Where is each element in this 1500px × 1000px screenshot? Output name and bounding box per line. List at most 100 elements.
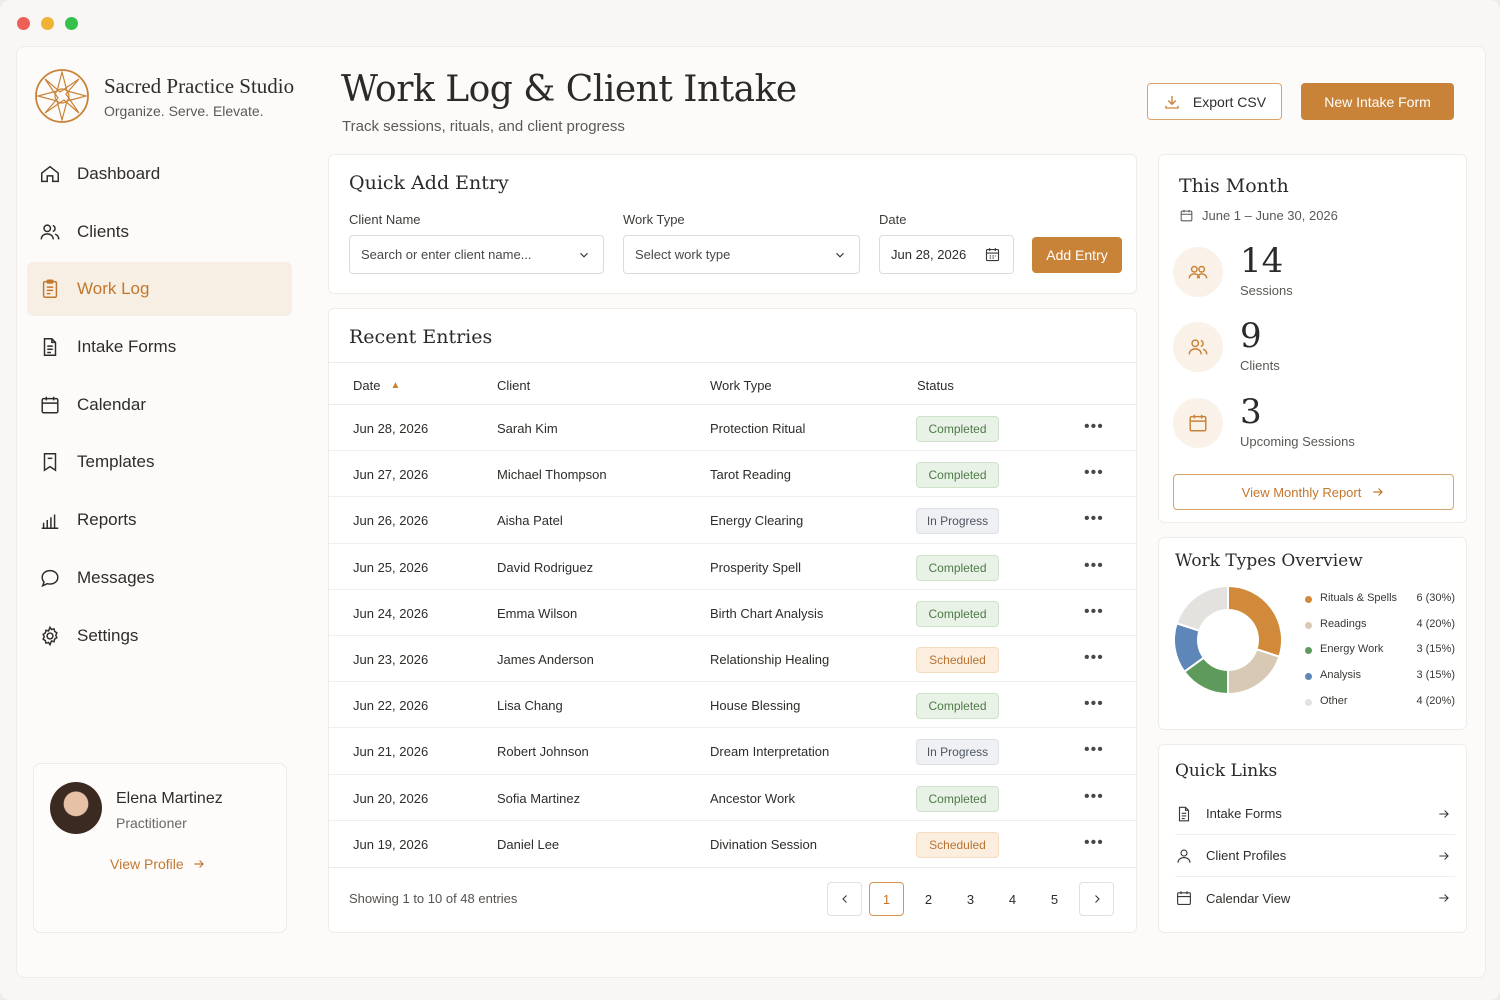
column-header-work-type[interactable]: Work Type bbox=[710, 378, 772, 393]
arrow-right-icon bbox=[194, 860, 204, 868]
export-csv-button[interactable]: Export CSV bbox=[1147, 83, 1282, 120]
sidebar-item-label: Calendar bbox=[77, 394, 146, 414]
more-options-icon[interactable]: ••• bbox=[1084, 557, 1104, 575]
legend-item: Rituals & Spells 6 (30%) bbox=[1305, 592, 1455, 618]
sidebar-nav: Dashboard Clients Work Log Intake Forms … bbox=[27, 147, 292, 666]
cell-date: Jun 25, 2026 bbox=[353, 559, 429, 575]
sidebar-item-clients[interactable]: Clients bbox=[27, 205, 292, 259]
view-monthly-report-button[interactable]: View Monthly Report bbox=[1173, 474, 1454, 510]
table-row[interactable]: Jun 21, 2026 Robert Johnson Dream Interpre… bbox=[329, 728, 1137, 775]
work-type-placeholder: Select work type bbox=[635, 247, 731, 262]
document-icon bbox=[1178, 806, 1190, 821]
new-intake-form-button[interactable]: New Intake Form bbox=[1301, 83, 1454, 120]
status-badge: Scheduled bbox=[916, 646, 999, 673]
table-row[interactable]: Jun 27, 2026 Michael Thompson Tarot Readin… bbox=[329, 451, 1137, 498]
sidebar-item-messages[interactable]: Messages bbox=[27, 551, 292, 605]
maximize-window-button[interactable] bbox=[65, 17, 78, 30]
stat-label: Clients bbox=[1240, 358, 1280, 373]
client-name-select[interactable]: Search or enter client name... bbox=[349, 235, 604, 274]
cell-client: James Anderson bbox=[497, 651, 594, 667]
sidebar-item-intake-forms[interactable]: Intake Forms bbox=[27, 320, 292, 374]
column-header-status[interactable]: Status bbox=[917, 378, 954, 393]
table-row[interactable]: Jun 28, 2026 Sarah Kim Protection Ritual Co… bbox=[329, 405, 1137, 452]
table-row[interactable]: Jun 23, 2026 James Anderson Relationship H… bbox=[329, 636, 1137, 683]
more-options-icon[interactable]: ••• bbox=[1084, 834, 1104, 852]
page-button-5[interactable]: 5 bbox=[1037, 882, 1072, 916]
sidebar-item-reports[interactable]: Reports bbox=[27, 493, 292, 547]
stat-icon-wrap bbox=[1173, 247, 1223, 297]
cell-date: Jun 20, 2026 bbox=[353, 790, 429, 806]
column-header-date[interactable]: Date ▲ bbox=[353, 378, 400, 393]
status-badge: Completed bbox=[916, 416, 999, 442]
sidebar-item-label: Intake Forms bbox=[77, 337, 177, 357]
sidebar-item-calendar[interactable]: Calendar bbox=[27, 378, 292, 432]
recent-entries-title: Recent Entries bbox=[349, 326, 493, 348]
stat-value: 14 bbox=[1240, 241, 1284, 281]
client-name-label: Client Name bbox=[349, 212, 421, 227]
cell-client: Michael Thompson bbox=[497, 467, 607, 483]
more-options-icon[interactable]: ••• bbox=[1084, 741, 1104, 759]
legend-value: 3 (15%) bbox=[1416, 669, 1455, 682]
legend-label: Analysis bbox=[1320, 669, 1361, 682]
more-options-icon[interactable]: ••• bbox=[1084, 649, 1104, 667]
sidebar-item-settings[interactable]: Settings bbox=[27, 609, 292, 663]
quick-link-client-profiles[interactable]: Client Profiles bbox=[1175, 835, 1455, 877]
status-badge: Completed bbox=[916, 600, 999, 627]
table-row[interactable]: Jun 20, 2026 Sofia Martinez Ancestor Work C… bbox=[329, 775, 1137, 821]
legend-label: Rituals & Spells bbox=[1320, 592, 1398, 604]
column-header-label: Date bbox=[353, 378, 381, 393]
view-monthly-report-label: View Monthly Report bbox=[1241, 484, 1362, 500]
status-badge: Completed bbox=[916, 462, 999, 489]
table-body: Jun 28, 2026 Sarah Kim Protection Ritual Co… bbox=[329, 405, 1137, 867]
legend-label: Other bbox=[1320, 694, 1348, 707]
gear-icon bbox=[42, 625, 58, 646]
legend-swatch bbox=[1305, 698, 1312, 706]
cell-work-type: House Blessing bbox=[710, 698, 801, 714]
close-window-button[interactable] bbox=[17, 17, 30, 30]
date-field[interactable]: Jun 28, 2026 bbox=[879, 235, 1014, 274]
more-options-icon[interactable]: ••• bbox=[1084, 603, 1104, 621]
prev-page-button[interactable] bbox=[827, 882, 862, 916]
table-row[interactable]: Jun 25, 2026 David Rodriguez Prosperity Sp… bbox=[329, 544, 1137, 590]
users-icon bbox=[40, 224, 60, 240]
status-badge: Completed bbox=[916, 554, 999, 581]
page-button-4[interactable]: 4 bbox=[995, 882, 1030, 916]
profile-name: Elena Martinez bbox=[116, 790, 223, 807]
table-row[interactable]: Jun 26, 2026 Aisha Patel Energy Clearing In… bbox=[329, 497, 1137, 544]
column-header-client[interactable]: Client bbox=[497, 378, 530, 393]
table-row[interactable]: Jun 19, 2026 Daniel Lee Divination Session… bbox=[329, 821, 1137, 867]
arrow-right-icon bbox=[1439, 852, 1449, 860]
divider bbox=[329, 867, 1137, 868]
quick-link-intake-forms[interactable]: Intake Forms bbox=[1175, 793, 1455, 835]
arrow-right-icon bbox=[1373, 488, 1384, 496]
sidebar-item-work-log[interactable]: Work Log bbox=[27, 262, 292, 317]
cell-work-type: Energy Clearing bbox=[710, 513, 804, 529]
page-button-3[interactable]: 3 bbox=[953, 882, 988, 916]
date-label: Date bbox=[879, 212, 907, 227]
work-type-select[interactable]: Select work type bbox=[623, 235, 860, 274]
page-button-1[interactable]: 1 bbox=[869, 882, 904, 916]
cell-work-type: Ancestor Work bbox=[710, 790, 796, 806]
arrow-right-icon bbox=[1439, 894, 1449, 902]
more-options-icon[interactable]: ••• bbox=[1084, 464, 1104, 482]
status-badge: In Progress bbox=[916, 739, 999, 766]
quick-link-calendar-view[interactable]: Calendar View bbox=[1175, 877, 1455, 919]
work-type-label: Work Type bbox=[623, 212, 685, 227]
more-options-icon[interactable]: ••• bbox=[1084, 418, 1104, 436]
sidebar-item-templates[interactable]: Templates bbox=[27, 435, 292, 489]
stat-clients: 9 Clients bbox=[1173, 316, 1463, 382]
avatar bbox=[50, 782, 102, 834]
page-button-2[interactable]: 2 bbox=[911, 882, 946, 916]
more-options-icon[interactable]: ••• bbox=[1084, 695, 1104, 713]
table-row[interactable]: Jun 24, 2026 Emma Wilson Birth Chart Analy… bbox=[329, 590, 1137, 636]
more-options-icon[interactable]: ••• bbox=[1084, 788, 1104, 806]
bookmark-icon bbox=[43, 453, 57, 473]
next-page-button[interactable] bbox=[1079, 882, 1114, 916]
sidebar-item-dashboard[interactable]: Dashboard bbox=[27, 147, 292, 201]
cell-date: Jun 26, 2026 bbox=[353, 513, 429, 529]
minimize-window-button[interactable] bbox=[41, 17, 54, 30]
more-options-icon[interactable]: ••• bbox=[1084, 510, 1104, 528]
table-row[interactable]: Jun 22, 2026 Lisa Chang House Blessing Comp… bbox=[329, 682, 1137, 729]
view-profile-link[interactable]: View Profile bbox=[110, 856, 206, 872]
add-entry-button[interactable]: Add Entry bbox=[1032, 237, 1122, 273]
